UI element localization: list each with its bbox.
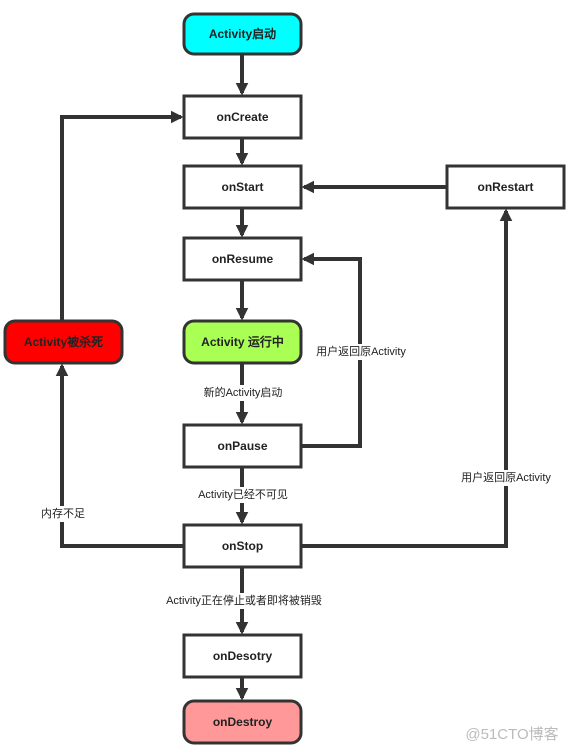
node-on-destroy: onDestroy bbox=[182, 699, 303, 745]
node-on-create: onCreate bbox=[182, 94, 303, 140]
arrow-killed-to-create bbox=[60, 110, 184, 321]
node-on-restart: onRestart bbox=[445, 164, 566, 210]
node-on-resume: onResume bbox=[182, 236, 303, 282]
node-running: Activity 运行中 bbox=[182, 319, 303, 365]
svg-text:onStart: onStart bbox=[222, 180, 264, 194]
svg-text:onDesotry: onDesotry bbox=[213, 649, 273, 663]
svg-text:onPause: onPause bbox=[217, 439, 267, 453]
node-on-desotry: onDesotry bbox=[182, 633, 303, 679]
edge-label-low-memory: 内存不足 bbox=[37, 506, 89, 522]
svg-text:Activity已经不可见: Activity已经不可见 bbox=[198, 488, 288, 501]
svg-text:onCreate: onCreate bbox=[216, 110, 268, 124]
svg-text:用户返回原Activity: 用户返回原Activity bbox=[461, 470, 551, 484]
edge-label-user-returns-restart: 用户返回原Activity bbox=[455, 470, 557, 486]
edge-label-new-activity: 新的Activity启动 bbox=[196, 385, 290, 401]
svg-text:Activity 运行中: Activity 运行中 bbox=[201, 334, 284, 349]
node-start: Activity启动 bbox=[182, 12, 303, 56]
activity-lifecycle-diagram: Activity启动 onCreate onStart onResume Act… bbox=[3, 12, 566, 745]
node-killed: Activity被杀死 bbox=[3, 319, 124, 365]
svg-text:Activity被杀死: Activity被杀死 bbox=[24, 334, 103, 349]
watermark: @51CTO博客 bbox=[465, 726, 558, 743]
svg-text:新的Activity启动: 新的Activity启动 bbox=[204, 385, 283, 399]
svg-text:用户返回原Activity: 用户返回原Activity bbox=[316, 344, 406, 358]
svg-text:onRestart: onRestart bbox=[477, 180, 533, 194]
svg-text:Activity正在停止或者即将被销毁: Activity正在停止或者即将被销毁 bbox=[166, 593, 322, 607]
node-on-start: onStart bbox=[182, 164, 303, 210]
svg-text:内存不足: 内存不足 bbox=[41, 506, 85, 520]
svg-text:onStop: onStop bbox=[222, 539, 263, 553]
edge-label-not-visible: Activity已经不可见 bbox=[192, 487, 294, 503]
svg-text:onDestroy: onDestroy bbox=[213, 715, 273, 729]
arrow-stop-to-restart bbox=[301, 208, 513, 548]
node-on-pause: onPause bbox=[182, 423, 303, 469]
svg-text:Activity启动: Activity启动 bbox=[209, 26, 276, 41]
edge-label-user-returns-resume: 用户返回原Activity bbox=[310, 344, 412, 360]
svg-text:onResume: onResume bbox=[212, 252, 274, 266]
node-on-stop: onStop bbox=[182, 523, 303, 569]
edge-label-stopping: Activity正在停止或者即将被销毁 bbox=[158, 593, 330, 609]
